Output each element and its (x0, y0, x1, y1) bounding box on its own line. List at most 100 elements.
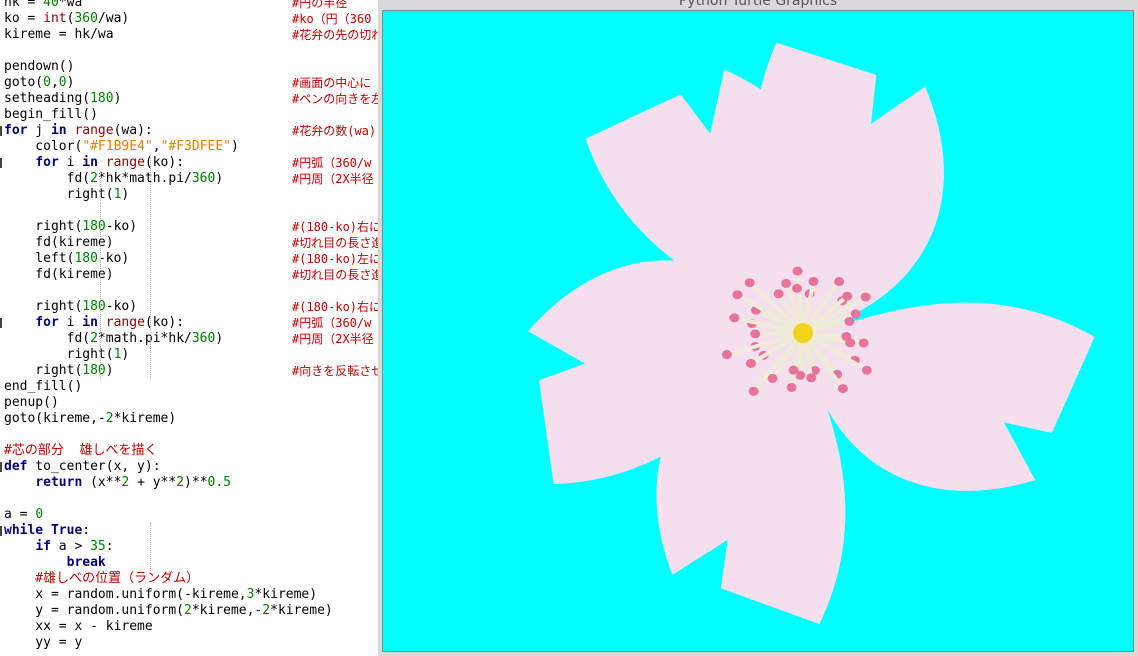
code-text: left(180-ko) (4, 251, 130, 266)
inline-comment: #(180-ko)右に (292, 220, 378, 234)
inline-comment: #円弧（360/w (292, 316, 372, 330)
inline-comment: #円周（2X半径 (292, 332, 374, 346)
code-text: def to_center(x, y): (4, 459, 161, 474)
code-line[interactable] (0, 43, 378, 59)
inline-comment: #ペンの向きを左 (292, 92, 378, 106)
code-line[interactable]: if a > 35: (0, 539, 378, 555)
stamen-anther (844, 316, 855, 326)
code-line[interactable] (0, 427, 378, 443)
code-text: begin_fill() (4, 107, 98, 122)
code-line[interactable]: right(180-ko) #(180-ko)右に (0, 219, 378, 235)
code-line[interactable]: begin_fill() (0, 107, 378, 123)
code-line[interactable]: setheading(180) #ペンの向きを左 (0, 91, 378, 107)
code-text: y = random.uniform(2*kireme,-2*kireme) (4, 603, 333, 618)
code-line[interactable]: ko = int(360/wa) #ko（円（360 (0, 11, 378, 27)
stamen-anther (791, 283, 802, 293)
fold-marker-icon[interactable] (0, 158, 2, 168)
code-editor[interactable]: hk = 40*wa #円の半径 ko = int(360/wa) #ko（円（360… (0, 0, 378, 656)
stamen-anther (788, 365, 799, 375)
code-line[interactable]: yy = y (0, 635, 378, 651)
code-text: hk = 40*wa (4, 0, 83, 10)
turtle-canvas[interactable] (382, 10, 1134, 652)
stamen-anther (767, 373, 778, 383)
code-text: break (66, 555, 106, 570)
code-text: right(180-ko) (4, 219, 138, 234)
stamen-anther (721, 350, 732, 360)
stamen-anther (834, 276, 845, 286)
fold-marker-icon[interactable] (0, 126, 2, 136)
code-text: for i in range(ko): (35, 315, 185, 330)
code-line[interactable]: def to_center(x, y): (0, 459, 378, 475)
code-text: for j in range(wa): (4, 123, 153, 138)
code-line[interactable]: a = 0 (0, 507, 378, 523)
stamen-anther (841, 332, 852, 342)
code-line[interactable]: right(1) (0, 187, 378, 203)
fold-marker-icon[interactable] (0, 462, 2, 472)
code-line[interactable]: fd(kireme) #切れ目の長さ進 (0, 267, 378, 283)
inline-comment: #花弁の数(wa) (292, 124, 377, 138)
code-text: x = random.uniform(-kireme,3*kireme) (4, 587, 318, 602)
code-line[interactable]: break (0, 555, 378, 571)
stamen-anther (729, 313, 740, 323)
code-line[interactable]: right(1) (0, 347, 378, 363)
code-text: end_fill() (4, 379, 83, 394)
stamen-anther (750, 329, 761, 339)
inline-comment: #円弧（360/w (292, 156, 372, 170)
pistil-center (793, 323, 813, 343)
stamen-anther (786, 382, 797, 392)
code-text: kireme = hk/wa (4, 27, 114, 42)
code-line[interactable] (0, 491, 378, 507)
code-line[interactable]: #雄しべの位置（ランダム） (0, 571, 378, 587)
code-text: fd(kireme) (4, 267, 114, 282)
fold-marker-icon[interactable] (0, 318, 2, 328)
stamen-anther (732, 290, 743, 300)
fold-marker-icon[interactable] (0, 526, 2, 536)
inline-comment: #(180-ko)左に (292, 252, 378, 266)
code-line[interactable]: xx = x - kireme (0, 619, 378, 635)
code-line[interactable]: right(180) #向きを反転させ (0, 363, 378, 379)
code-line[interactable]: #芯の部分 雄しべを描く (0, 443, 378, 459)
code-line[interactable]: fd(2*math.pi*hk/360) #円周（2X半径 (0, 331, 378, 347)
code-line[interactable]: hk = 40*wa #円の半径 (0, 0, 378, 11)
code-line[interactable]: left(180-ko) #(180-ko)左に (0, 251, 378, 267)
inline-comment: #切れ目の長さ進 (292, 236, 378, 250)
code-text: right(1) (4, 347, 130, 362)
code-line[interactable]: goto(0,0) #画面の中心に (0, 75, 378, 91)
code-line[interactable]: fd(kireme) #切れ目の長さ進 (0, 235, 378, 251)
code-line[interactable]: while True: (0, 523, 378, 539)
stamen-anther (748, 386, 759, 396)
code-line[interactable]: color("#F1B9E4","#F3DFEE") (0, 139, 378, 155)
code-line[interactable]: pendown() (0, 59, 378, 75)
code-text: fd(2*math.pi*hk/360) (4, 331, 224, 346)
code-text: right(180-ko) (4, 299, 138, 314)
code-text: if a > 35: (35, 539, 114, 554)
code-text: yy = y (4, 635, 83, 650)
stamen-anther (781, 278, 792, 288)
code-line[interactable]: right(180-ko) #(180-ko)右に (0, 299, 378, 315)
code-line[interactable]: end_fill() (0, 379, 378, 395)
code-text: #芯の部分 雄しべを描く (4, 443, 158, 458)
code-line[interactable]: return (x**2 + y**2)**0.5 (0, 475, 378, 491)
code-line[interactable]: fd(2*hk*math.pi/360) #円周（2X半径 (0, 171, 378, 187)
code-line[interactable]: kireme = hk/wa #花弁の先の切れ (0, 27, 378, 43)
code-line[interactable]: for i in range(ko): #円弧（360/w (0, 315, 378, 331)
stamen-anther (792, 266, 803, 276)
code-line[interactable]: y = random.uniform(2*kireme,-2*kireme) (0, 603, 378, 619)
code-line[interactable]: goto(kireme,-2*kireme) (0, 411, 378, 427)
code-line[interactable]: for j in range(wa): #花弁の数(wa) (0, 123, 378, 139)
code-line[interactable] (0, 283, 378, 299)
code-text: pendown() (4, 59, 75, 74)
code-line[interactable] (0, 203, 378, 219)
stamen-anther (850, 309, 861, 319)
code-line[interactable]: x = random.uniform(-kireme,3*kireme) (0, 587, 378, 603)
stamen-anther (860, 292, 871, 302)
stamen-anther (773, 289, 784, 299)
code-text: xx = x - kireme (4, 619, 153, 634)
code-line[interactable]: penup() (0, 395, 378, 411)
code-text: right(180) (4, 363, 114, 378)
inline-comment: #(180-ko)右に (292, 300, 378, 314)
code-line[interactable]: for i in range(ko): #円弧（360/w (0, 155, 378, 171)
indent-guide (150, 523, 151, 571)
code-text: goto(0,0) (4, 75, 75, 90)
turtle-graphics-window[interactable]: Python Turtle Graphics (378, 0, 1138, 656)
